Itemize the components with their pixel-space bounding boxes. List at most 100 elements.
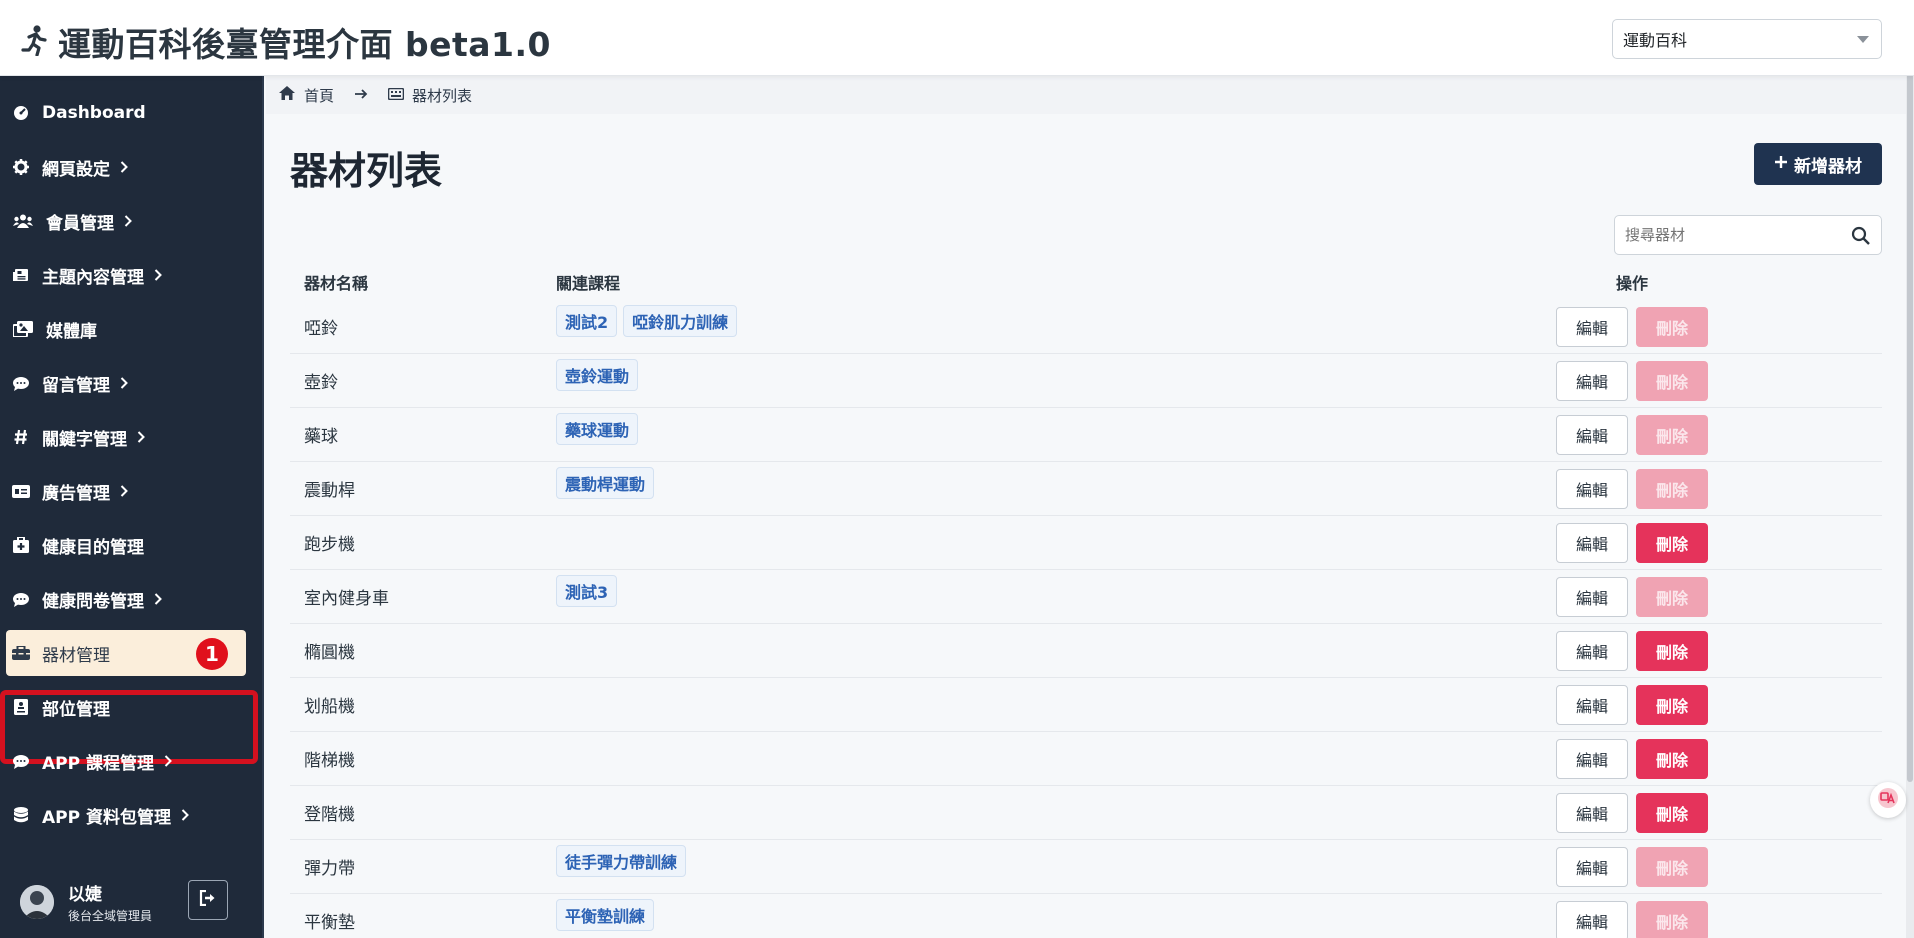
comment-icon [12, 590, 30, 608]
annotation-number-badge: 1 [196, 638, 228, 670]
chevron-right-icon [154, 593, 162, 605]
course-tag[interactable]: 測試2 [556, 304, 618, 337]
edit-button[interactable]: 編輯 [1556, 738, 1628, 779]
table-body: 啞鈴 測試2 啞鈴肌力訓練 編輯 刪除 壺鈴 壺鈴運動 編輯 刪除 藥球 藥球運動 編輯 刪除 震動桿 震動… [290, 300, 1882, 938]
plus-icon [1774, 154, 1788, 174]
equipment-table: 器材名稱 關連課程 操作 啞鈴 測試2 啞鈴肌力訓練 編輯 刪除 壺鈴 壺鈴運動 編輯 刪除 藥球… [290, 264, 1882, 938]
sidebar-item-health-goals[interactable]: 健康目的管理 [0, 522, 260, 568]
column-header-name: 器材名稱 [304, 274, 369, 293]
table-row: 跑步機 編輯 刪除 [290, 516, 1882, 570]
delete-button[interactable]: 刪除 [1636, 306, 1708, 347]
edit-button[interactable]: 編輯 [1556, 414, 1628, 455]
page-scrollbar[interactable] [1906, 0, 1914, 938]
toolbox-icon [12, 644, 30, 662]
equipment-name: 平衡墊 [304, 913, 355, 933]
course-tag[interactable]: 平衡墊訓練 [556, 898, 655, 931]
edit-button[interactable]: 編輯 [1556, 900, 1628, 938]
chevron-right-icon [181, 809, 189, 821]
delete-button[interactable]: 刪除 [1636, 414, 1708, 455]
scrollbar-thumb[interactable] [1907, 2, 1913, 782]
table-row: 彈力帶 徒手彈力帶訓練 編輯 刪除 [290, 840, 1882, 894]
course-tag[interactable]: 徒手彈力帶訓練 [556, 844, 687, 877]
delete-button[interactable]: 刪除 [1636, 792, 1708, 833]
delete-button[interactable]: 刪除 [1636, 684, 1708, 725]
course-tag[interactable]: 壺鈴運動 [556, 358, 639, 391]
sidebar-item-app-packages[interactable]: APP 資料包管理 [0, 792, 260, 838]
delete-button[interactable]: 刪除 [1636, 468, 1708, 509]
sidebar-item-label: 主題內容管理 [42, 267, 144, 288]
sidebar-item-web-settings[interactable]: 網頁設定 [0, 144, 260, 190]
edit-button[interactable]: 編輯 [1556, 846, 1628, 887]
medical-kit-icon [12, 536, 30, 554]
sidebar-item-media-library[interactable]: 媒體庫 [0, 306, 260, 352]
search-icon[interactable] [1851, 226, 1871, 250]
sidebar-item-label: APP 資料包管理 [42, 807, 171, 828]
course-tag[interactable]: 震動桿運動 [556, 466, 655, 499]
search-field[interactable] [1614, 215, 1882, 255]
sidebar-item-equipment[interactable]: 器材管理 1 [6, 630, 246, 676]
user-profile[interactable]: 以婕 後台全域管理員 [20, 880, 152, 924]
table-row: 藥球 藥球運動 編輯 刪除 [290, 408, 1882, 462]
edit-button[interactable]: 編輯 [1556, 630, 1628, 671]
row-actions: 編輯 刪除 [1556, 306, 1882, 347]
gear-icon [12, 158, 30, 176]
sidebar-item-body-parts[interactable]: 部位管理 [0, 684, 260, 730]
edit-button[interactable]: 編輯 [1556, 684, 1628, 725]
add-equipment-label: 新增器材 [1794, 156, 1862, 177]
add-equipment-button[interactable]: 新增器材 [1754, 143, 1882, 185]
chevron-right-icon [120, 377, 128, 389]
table-row: 壺鈴 壺鈴運動 編輯 刪除 [290, 354, 1882, 408]
course-tag[interactable]: 藥球運動 [556, 412, 639, 445]
sidebar-item-members[interactable]: 會員管理 [0, 198, 260, 244]
search-input[interactable] [1625, 226, 1845, 244]
delete-button[interactable]: 刪除 [1636, 576, 1708, 617]
delete-button[interactable]: 刪除 [1636, 522, 1708, 563]
logout-button[interactable] [188, 880, 228, 920]
delete-button[interactable]: 刪除 [1636, 360, 1708, 401]
sidebar-item-ads[interactable]: 廣告管理 [0, 468, 260, 514]
delete-button[interactable]: 刪除 [1636, 900, 1708, 938]
table-row: 室內健身車 測試3 編輯 刪除 [290, 570, 1882, 624]
course-tag[interactable]: 啞鈴肌力訓練 [623, 304, 738, 337]
database-icon [12, 806, 30, 824]
delete-button[interactable]: 刪除 [1636, 630, 1708, 671]
site-select[interactable]: 運動百科 [1612, 19, 1882, 59]
chevron-right-icon [164, 755, 172, 767]
equipment-name: 彈力帶 [304, 859, 355, 879]
equipment-name: 登階機 [304, 805, 355, 825]
delete-button[interactable]: 刪除 [1636, 846, 1708, 887]
edit-button[interactable]: 編輯 [1556, 360, 1628, 401]
hashtag-icon [12, 428, 30, 446]
page-title: 器材列表 [290, 149, 443, 193]
sidebar-item-label: 器材管理 [42, 645, 110, 666]
equipment-name: 跑步機 [304, 535, 355, 555]
dashboard-icon [12, 104, 30, 122]
edit-button[interactable]: 編輯 [1556, 306, 1628, 347]
course-tag[interactable]: 測試3 [556, 574, 618, 607]
table-row: 階梯機 編輯 刪除 [290, 732, 1882, 786]
edit-button[interactable]: 編輯 [1556, 522, 1628, 563]
row-actions: 編輯 刪除 [1556, 792, 1882, 833]
breadcrumb-home[interactable]: 首頁 [304, 85, 334, 106]
row-actions: 編輯 刪除 [1556, 900, 1882, 938]
sidebar-item-label: 留言管理 [42, 375, 110, 396]
edit-button[interactable]: 編輯 [1556, 576, 1628, 617]
sidebar-item-app-courses[interactable]: APP 課程管理 [0, 738, 260, 784]
related-courses: 測試3 [556, 574, 1556, 607]
translate-button[interactable] [1870, 782, 1906, 818]
sidebar-item-keywords[interactable]: 關鍵字管理 [0, 414, 260, 460]
edit-button[interactable]: 編輯 [1556, 468, 1628, 509]
breadcrumb: 首頁 器材列表 [266, 76, 1914, 114]
delete-button[interactable]: 刪除 [1636, 738, 1708, 779]
sidebar-item-comments[interactable]: 留言管理 [0, 360, 260, 406]
running-person-icon [20, 24, 48, 60]
row-actions: 編輯 刪除 [1556, 468, 1882, 509]
related-courses: 平衡墊訓練 [556, 898, 1556, 931]
edit-button[interactable]: 編輯 [1556, 792, 1628, 833]
sidebar-item-health-survey[interactable]: 健康問卷管理 [0, 576, 260, 622]
sidebar-item-topic-content[interactable]: 主題內容管理 [0, 252, 260, 298]
sidebar-item-dashboard[interactable]: Dashboard [0, 90, 260, 136]
brand[interactable]: 運動百科後臺管理介面 beta1.0 [20, 18, 551, 66]
table-row: 登階機 編輯 刪除 [290, 786, 1882, 840]
sidebar-item-label: 網頁設定 [42, 159, 110, 180]
